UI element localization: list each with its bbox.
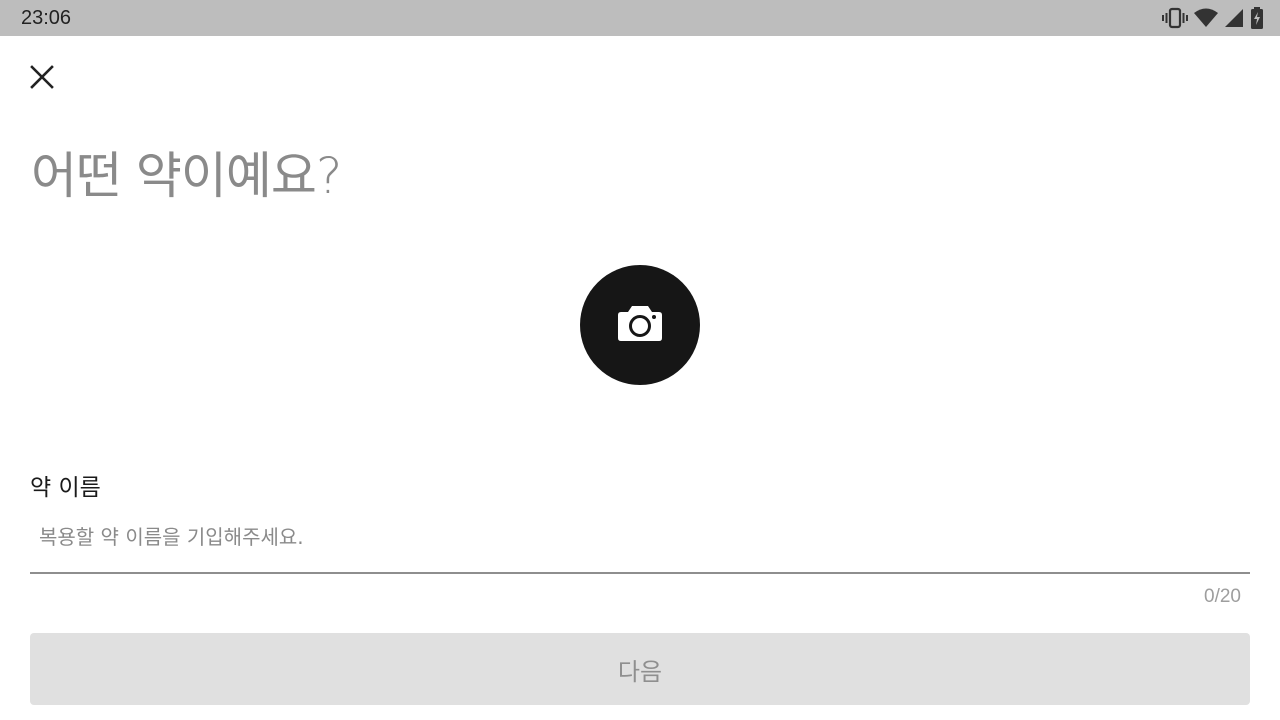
status-icons	[1162, 6, 1264, 30]
character-counter: 0/20	[1204, 586, 1241, 607]
battery-charging-icon	[1250, 7, 1264, 29]
close-button[interactable]	[20, 57, 64, 101]
status-time: 23:06	[21, 7, 72, 29]
vibrate-icon	[1162, 7, 1188, 29]
medicine-name-input[interactable]	[30, 518, 1250, 574]
cell-signal-icon	[1224, 8, 1244, 28]
status-bar: 23:06	[0, 0, 1280, 36]
page-title: 어떤 약이예요?	[31, 147, 342, 205]
wifi-icon	[1194, 8, 1218, 28]
next-button[interactable]: 다음	[30, 633, 1250, 705]
medicine-name-label: 약 이름	[30, 475, 101, 501]
camera-icon	[617, 303, 663, 347]
camera-button[interactable]	[580, 265, 700, 385]
close-icon	[29, 64, 55, 94]
